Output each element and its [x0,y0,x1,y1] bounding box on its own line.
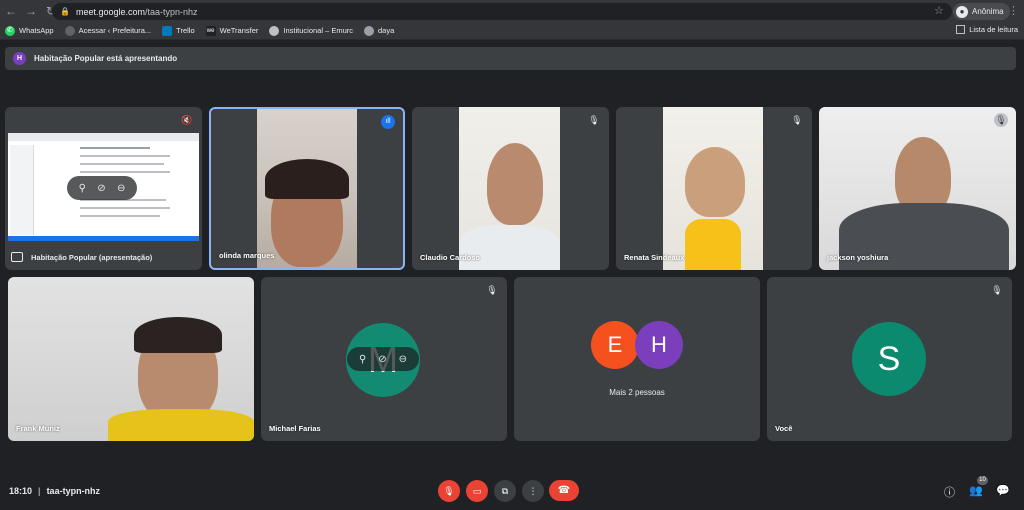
meeting-details-icon[interactable]: ⓘ [944,484,955,500]
mute-for-all-icon[interactable]: ⊘ [378,354,386,365]
presenter-avatar: H [13,52,26,65]
mute-for-all-icon[interactable]: ⊘ [97,183,105,194]
tile-more-people[interactable]: E H Mais 2 pessoas [514,277,760,441]
tile-frank[interactable]: Frank Muniz [8,277,254,441]
muted-icon: 🎙 [991,285,1003,295]
meeting-code: taa-typn-nhz [46,486,101,496]
bookmark-star-icon[interactable]: ☆ [934,4,944,17]
tile-olinda[interactable]: ıll olinda marques [209,107,405,270]
participants-count-badge: 10 [977,476,988,485]
globe-icon [64,25,75,36]
profile-button[interactable]: ● Anônima [953,3,1010,20]
muted-icon: 🔇 [181,115,193,125]
presentation-label-row: Habitação Popular (apresentação) [11,252,152,262]
bookmark-label: Trello [176,26,195,35]
bookmark-emurc[interactable]: Institucional – Emurc [269,25,354,36]
more-vert-icon: ⋮ [528,485,538,496]
more-options-button[interactable]: ⋮ [522,480,544,502]
leave-call-button[interactable]: ☎ [549,480,579,501]
tile-name: jackson yoshiura [827,253,889,262]
url-path: /taa-typn-nhz [145,6,198,17]
tile-name: Renata Sindeaux [624,253,685,262]
video-olinda [257,109,357,268]
tile-renata[interactable]: 🎙 Renata Sindeaux [616,107,812,270]
you-avatar: S [852,322,926,396]
lock-icon: 🔒 [60,7,70,16]
profile-label: Anônima [972,7,1004,16]
tile-hover-controls: ⚲ ⊘ ⊖ [67,176,137,200]
back-arrow-icon[interactable]: ← [4,4,18,18]
browser-toolbar: ← → ↻ 🔒 meet.google.com/taa-typn-nhz ☆ ●… [0,0,1024,22]
present-button[interactable]: ⧉ [494,480,516,502]
whatsapp-icon: ✆ [5,25,15,36]
bookmarks-bar: ✆ WhatsApp Acessar ‹ Prefeitura... Trello… [0,22,1024,40]
muted-icon: 🎙 [994,113,1008,127]
bookmark-icon [364,25,375,36]
bookmark-daya[interactable]: daya [364,25,395,36]
incognito-icon: ● [956,5,968,18]
video-frank-hair [134,317,222,353]
tile-name: Habitação Popular (apresentação) [31,252,153,262]
bookmark-label: Institucional – Emurc [283,26,354,35]
bookmark-label: Acessar ‹ Prefeitura... [78,26,152,35]
more-people-label: Mais 2 pessoas [609,388,665,397]
wetransfer-icon: we [205,25,216,36]
tile-name: Você [775,424,793,433]
tile-hover-controls: ⚲ ⊘ ⊖ [347,347,419,371]
tile-name: Frank Muniz [16,424,60,433]
h-avatar: H [635,321,683,369]
camera-off-icon: ▭ [472,485,482,496]
tile-name: olinda marques [219,251,275,260]
remove-icon[interactable]: ⊖ [117,183,125,194]
browser-menu-icon[interactable]: ⋮ [1008,4,1019,17]
muted-icon: 🎙 [791,115,803,125]
video-frank-shirt [108,409,254,441]
bookmark-trello[interactable]: Trello [162,25,195,36]
tile-jackson[interactable]: 🎙 jackson yoshiura [819,107,1016,270]
bookmark-wetransfer[interactable]: we WeTransfer [205,25,259,36]
reading-list-icon [956,25,966,34]
trello-icon [162,25,173,36]
separator: | [38,486,41,496]
bookmark-prefeitura[interactable]: Acessar ‹ Prefeitura... [64,25,152,36]
muted-icon: 🎙 [486,285,498,295]
forward-arrow-icon[interactable]: → [24,4,38,18]
pin-icon[interactable]: ⚲ [359,354,366,365]
pin-icon[interactable]: ⚲ [79,183,86,194]
browser-nav: ← → ↻ [0,4,58,18]
bookmark-label: WeTransfer [219,26,259,35]
video-renata [663,107,763,270]
presenting-text: Habitação Popular está apresentando [34,54,178,63]
people-icon[interactable]: 👥 [969,484,983,497]
mic-off-button[interactable]: 🎙 [438,480,460,502]
chat-icon[interactable]: 💬 [996,484,1010,497]
presenting-banner: H Habitação Popular está apresentando [5,47,1016,70]
present-screen-icon [11,252,23,262]
tile-presentation[interactable]: ⚲ ⊘ ⊖ 🔇 Habitação Popular (apresentação) [5,107,202,270]
address-bar[interactable]: 🔒 meet.google.com/taa-typn-nhz [52,3,952,20]
tile-name: Michael Farias [269,424,321,433]
tile-michael[interactable]: M ⚲ ⊘ ⊖ 🎙 Michael Farias [261,277,507,441]
camera-off-button[interactable]: ▭ [466,480,488,502]
video-claudio [459,107,560,270]
tile-name: Claudio Cardoso [420,253,481,262]
clock-time: 18:10 [9,486,33,496]
meeting-info: 18:10 | taa-typn-nhz [9,486,100,496]
reading-list[interactable]: Lista de leitura [956,25,1018,34]
url-host: meet.google.com [75,6,146,17]
reading-list-label: Lista de leitura [969,25,1018,34]
muted-icon: 🎙 [588,115,600,125]
globe-icon [269,25,280,36]
hang-up-icon: ☎ [557,485,571,496]
e-avatar: E [591,321,639,369]
tile-you[interactable]: S 🎙 Você [767,277,1012,441]
tile-claudio[interactable]: 🎙 Claudio Cardoso [412,107,609,270]
present-screen-icon: ⧉ [501,485,509,496]
remove-icon[interactable]: ⊖ [399,354,407,365]
bookmark-label: daya [378,26,395,35]
bookmark-whatsapp[interactable]: ✆ WhatsApp [5,25,54,36]
bookmark-label: WhatsApp [19,26,54,35]
speaking-indicator-icon: ıll [381,115,395,129]
mic-off-icon: 🎙 [443,485,455,496]
